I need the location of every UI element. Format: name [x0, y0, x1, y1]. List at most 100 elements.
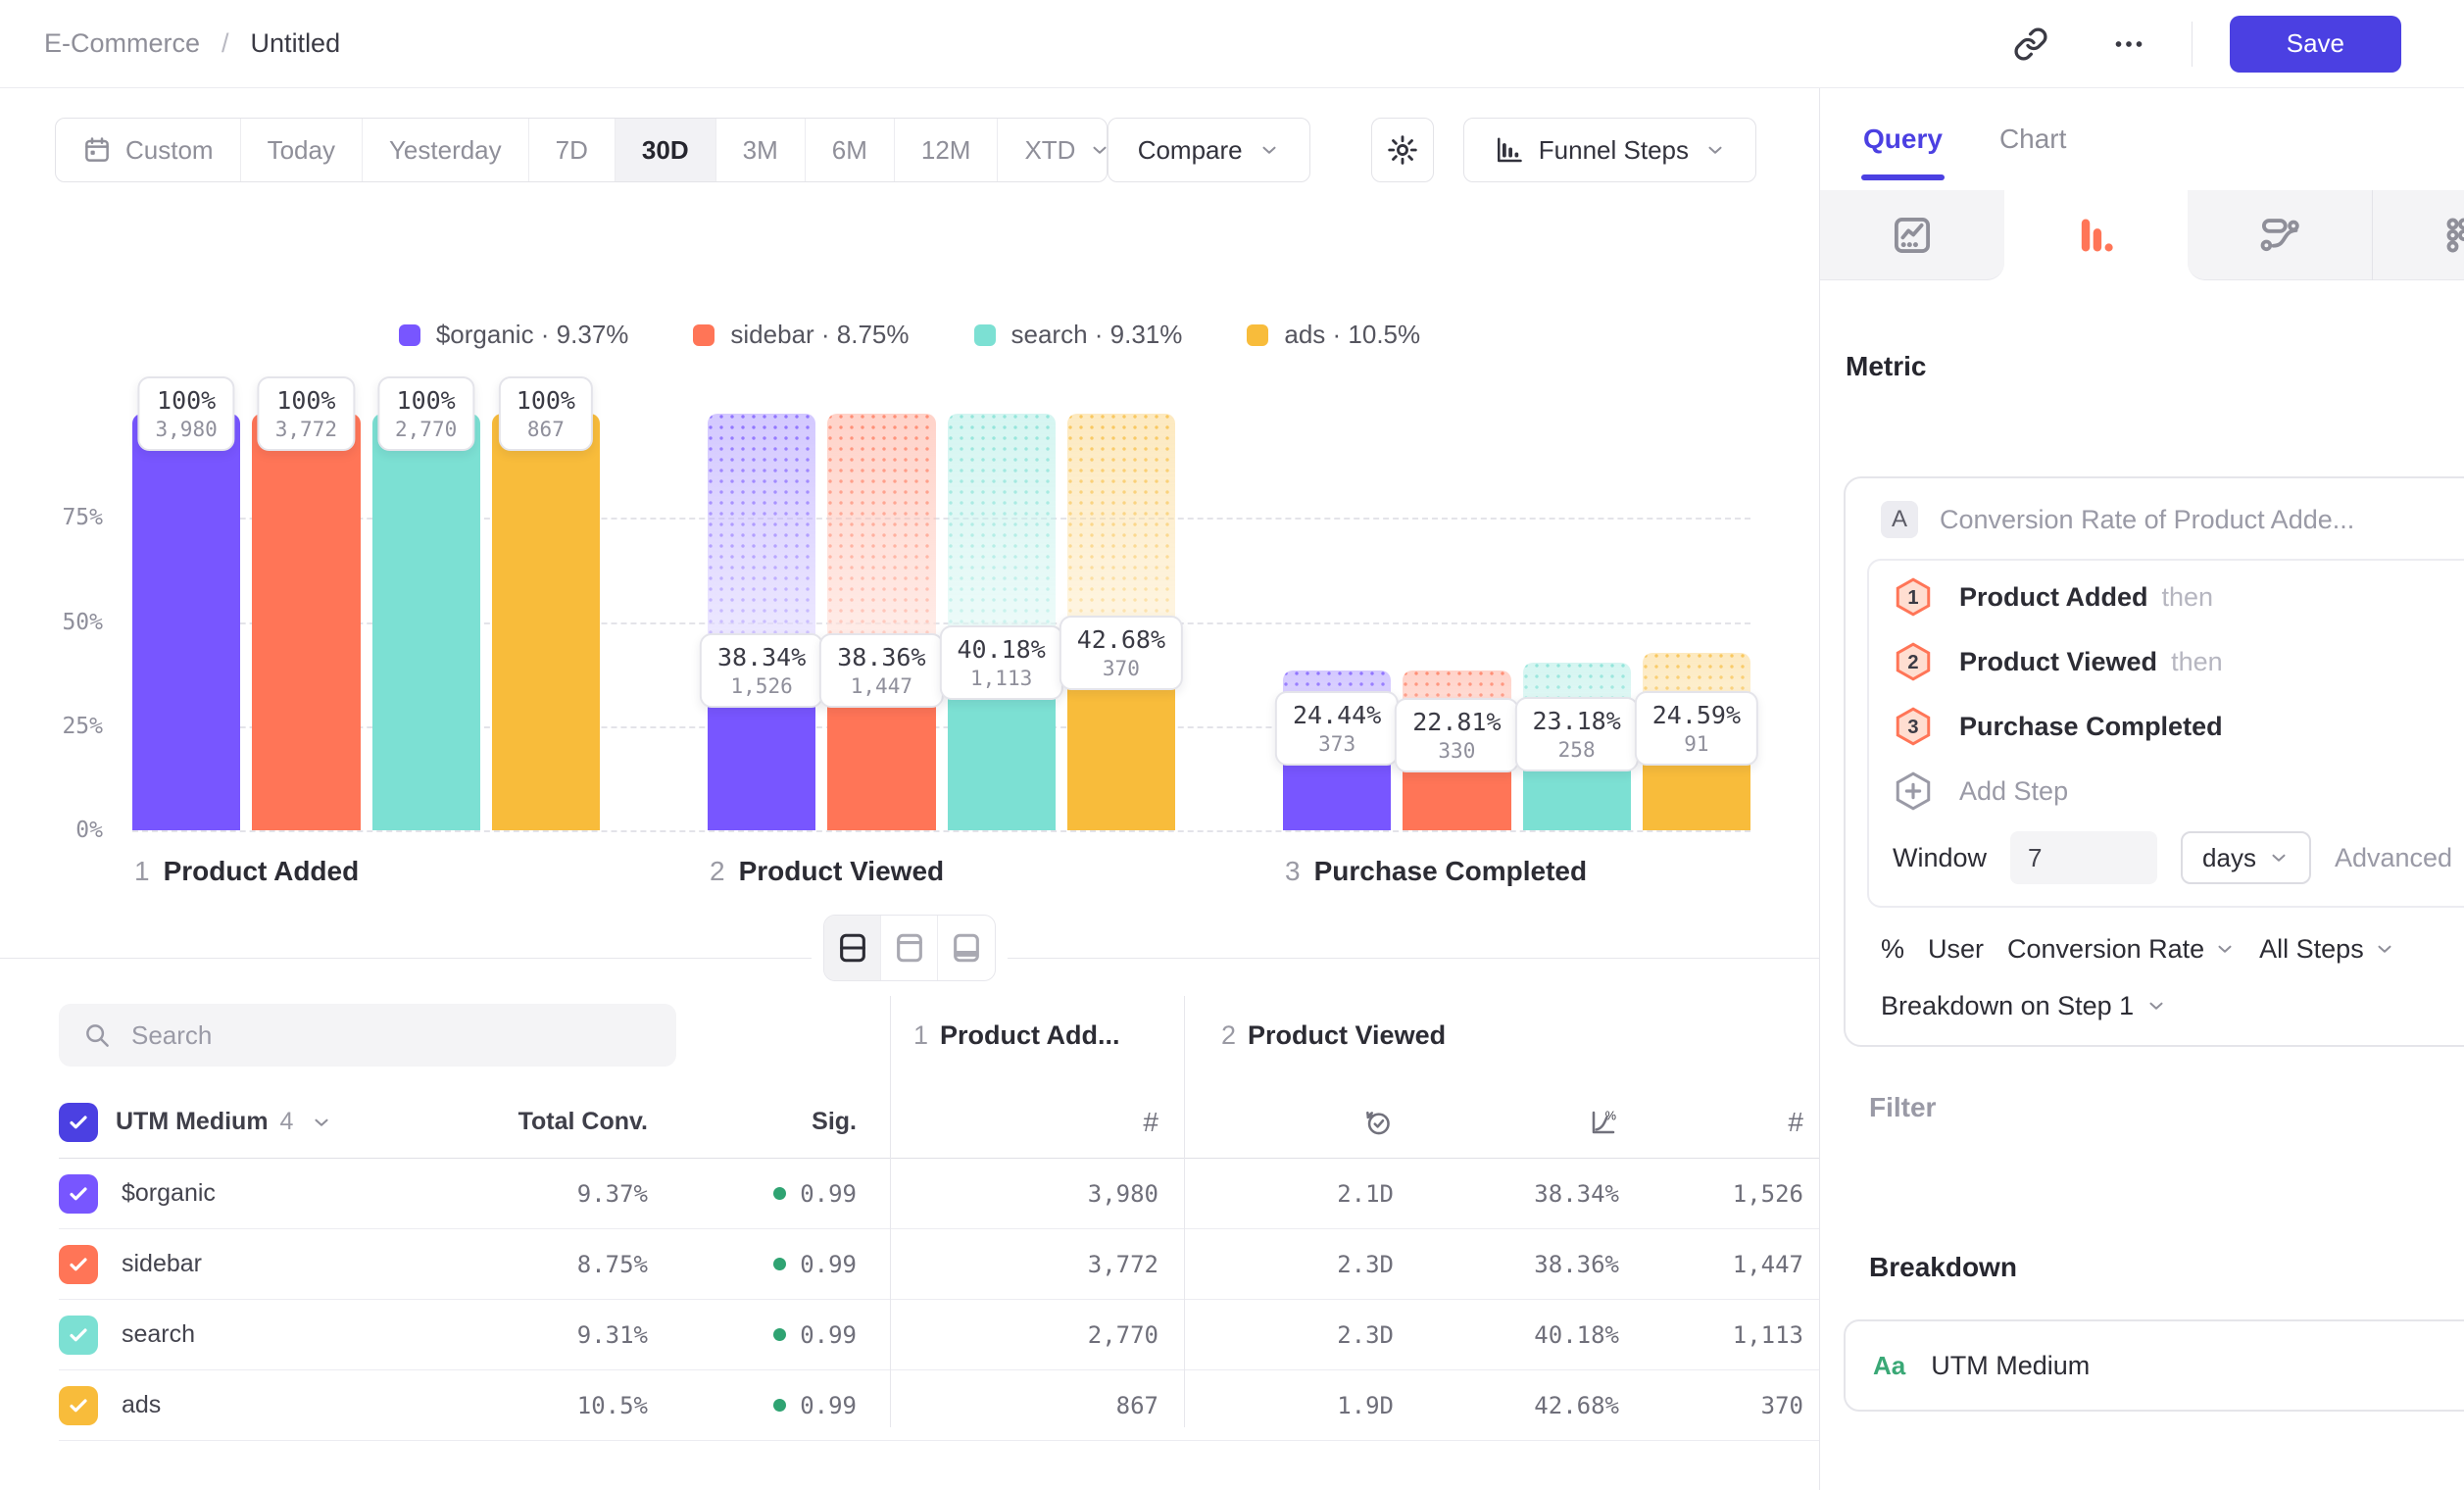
query-step-3[interactable]: 3Purchase Completed: [1893, 694, 2464, 759]
row-checkbox[interactable]: [59, 1386, 98, 1425]
conversion-rate-column-icon[interactable]: %: [1588, 1107, 1619, 1138]
window-unit-select[interactable]: days: [2181, 831, 2311, 884]
view-toggle-table-only[interactable]: [938, 916, 995, 980]
date-range-6m[interactable]: 6M: [806, 119, 895, 181]
chart-legend: $organic · 9.37% sidebar · 8.75% search · …: [0, 320, 1819, 350]
sig-column-header[interactable]: Sig.: [652, 1108, 862, 1136]
funnel-bar-organic-step-1[interactable]: 100%3,980: [132, 414, 240, 830]
row-checkbox[interactable]: [59, 1245, 98, 1284]
metric-letter-badge: A: [1881, 501, 1918, 538]
table-subheader-row: UTM Medium 4 Total Conv. Sig. # % #: [59, 1086, 1819, 1159]
breakdown-item-utm-medium[interactable]: AaUTM Medium: [1844, 1319, 2464, 1412]
query-step-2[interactable]: 2Product Viewedthen: [1893, 629, 2464, 694]
funnel-bar-search-step-2[interactable]: 40.18%1,113: [948, 414, 1056, 830]
breadcrumb-project[interactable]: E-Commerce: [44, 28, 200, 59]
copy-link-button[interactable]: [2005, 19, 2056, 70]
funnel-bar-organic-step-2[interactable]: 38.34%1,526: [708, 414, 815, 830]
filter-section-header: Filter: [1869, 1088, 2464, 1126]
window-value-input[interactable]: [2010, 831, 2157, 884]
measurement-entity[interactable]: User: [1928, 934, 1984, 965]
count-column-icon[interactable]: #: [1788, 1107, 1803, 1138]
report-type-flows[interactable]: [2188, 190, 2372, 280]
funnel-report-app: E-Commerce / Untitled Save CustomTodayYe…: [0, 0, 2464, 1490]
funnel-bar-ads-step-3[interactable]: 24.59%91: [1643, 414, 1750, 830]
sig-value: 0.99: [652, 1321, 862, 1349]
date-range-custom[interactable]: Custom: [56, 119, 241, 181]
date-range-12m[interactable]: 12M: [895, 119, 999, 181]
column-divider: [890, 996, 891, 1427]
table-row-sidebar[interactable]: sidebar8.75%0.993,7722.3D38.36%1,447: [59, 1229, 1819, 1300]
funnels-report-icon: [2073, 213, 2118, 258]
compare-button[interactable]: Compare: [1108, 118, 1310, 182]
bar-value-label: 22.81%330: [1395, 698, 1518, 772]
select-all-checkbox[interactable]: [59, 1103, 98, 1142]
table-row-ads[interactable]: ads10.5%0.998671.9D42.68%370: [59, 1370, 1819, 1441]
funnel-bar-organic-step-3[interactable]: 24.44%373: [1283, 414, 1391, 830]
table-step2-group-header[interactable]: 2Product Viewed: [1184, 1020, 1819, 1051]
view-toggle-chart-only[interactable]: [881, 916, 938, 980]
avg-time-value: 2.3D: [1184, 1251, 1402, 1278]
date-range-xtd[interactable]: XTD: [998, 119, 1107, 181]
row-checkbox[interactable]: [59, 1316, 98, 1355]
more-options-button[interactable]: [2103, 19, 2154, 70]
funnel-bar-sidebar-step-3[interactable]: 22.81%330: [1403, 414, 1510, 830]
breakdown-on-select[interactable]: Breakdown on Step 1: [1867, 990, 2464, 1021]
table-view-icon: [950, 930, 983, 966]
advanced-toggle[interactable]: Advanced: [2335, 843, 2464, 873]
total-conv-column-header[interactable]: Total Conv.: [421, 1108, 652, 1136]
funnel-bar-ads-step-1[interactable]: 100%867: [492, 414, 600, 830]
tab-query[interactable]: Query: [1863, 88, 1943, 190]
funnel-bar-search-step-1[interactable]: 100%2,770: [372, 414, 480, 830]
step2-count-value: 370: [1627, 1392, 1819, 1419]
legend-item-search[interactable]: search · 9.31%: [974, 320, 1183, 350]
total-conv-value: 10.5%: [421, 1392, 652, 1419]
chevron-down-icon: [2268, 847, 2290, 869]
add-step-button[interactable]: Add Step: [1893, 759, 2464, 823]
table-row-organic[interactable]: $organic9.37%0.993,9802.1D38.34%1,526: [59, 1159, 1819, 1229]
sig-value: 0.99: [652, 1251, 862, 1278]
row-name: sidebar: [122, 1250, 202, 1278]
count-column-icon[interactable]: #: [1143, 1107, 1158, 1138]
save-button[interactable]: Save: [2230, 16, 2401, 73]
view-toggle-split-view[interactable]: [824, 916, 881, 980]
chart-settings-button[interactable]: [1371, 118, 1434, 182]
step1-count-value: 3,980: [862, 1180, 1184, 1208]
date-range-yesterday[interactable]: Yesterday: [363, 119, 529, 181]
y-axis-tick: 0%: [0, 818, 103, 843]
y-axis-tick: 75%: [0, 505, 103, 530]
report-type-insights[interactable]: [1820, 190, 2004, 280]
row-checkbox[interactable]: [59, 1174, 98, 1214]
svg-text:1: 1: [1907, 587, 1918, 609]
search-input[interactable]: [129, 1019, 653, 1052]
avg-time-column-icon[interactable]: [1362, 1107, 1394, 1138]
funnel-bar-search-step-3[interactable]: 23.18%258: [1523, 414, 1631, 830]
date-range-30d[interactable]: 30D: [616, 119, 716, 181]
legend-swatch: [693, 324, 715, 346]
filter-heading: Filter: [1869, 1092, 1936, 1123]
row-name: ads: [122, 1391, 161, 1419]
funnel-bar-sidebar-step-1[interactable]: 100%3,772: [252, 414, 360, 830]
query-step-1[interactable]: 1Product Addedthen: [1893, 565, 2464, 629]
funnel-step-group-1: 100%3,980100%3,772100%2,770100%8671Produ…: [132, 414, 600, 830]
tab-chart[interactable]: Chart: [1999, 88, 2066, 190]
date-range-3m[interactable]: 3M: [716, 119, 806, 181]
legend-item-ads[interactable]: ads · 10.5%: [1247, 320, 1420, 350]
table-row-search[interactable]: search9.31%0.992,7702.3D40.18%1,113: [59, 1300, 1819, 1370]
date-range-7d[interactable]: 7D: [529, 119, 616, 181]
breadcrumb-title[interactable]: Untitled: [251, 28, 341, 59]
chart-type-selector[interactable]: Funnel Steps: [1463, 118, 1756, 182]
funnel-bar-ads-step-2[interactable]: 42.68%370: [1067, 414, 1175, 830]
metric-title-row[interactable]: A Conversion Rate of Product Adde...: [1867, 498, 2464, 541]
legend-item-organic[interactable]: $organic · 9.37%: [399, 320, 629, 350]
measurement-metric-select[interactable]: Conversion Rate: [2007, 934, 2236, 965]
measurement-scope-select[interactable]: All Steps: [2259, 934, 2395, 965]
date-range-today[interactable]: Today: [241, 119, 363, 181]
legend-item-sidebar[interactable]: sidebar · 8.75%: [693, 320, 909, 350]
funnel-chart-icon: [1494, 135, 1523, 165]
breakdown-column-header[interactable]: UTM Medium: [116, 1108, 269, 1136]
report-type-funnels[interactable]: [2004, 190, 2189, 280]
report-type-retention[interactable]: [2372, 190, 2464, 280]
property-type-icon: Aa: [1873, 1351, 1905, 1381]
table-step1-group-header[interactable]: 1Product Add...: [862, 1020, 1184, 1051]
funnel-bar-sidebar-step-2[interactable]: 38.36%1,447: [827, 414, 935, 830]
